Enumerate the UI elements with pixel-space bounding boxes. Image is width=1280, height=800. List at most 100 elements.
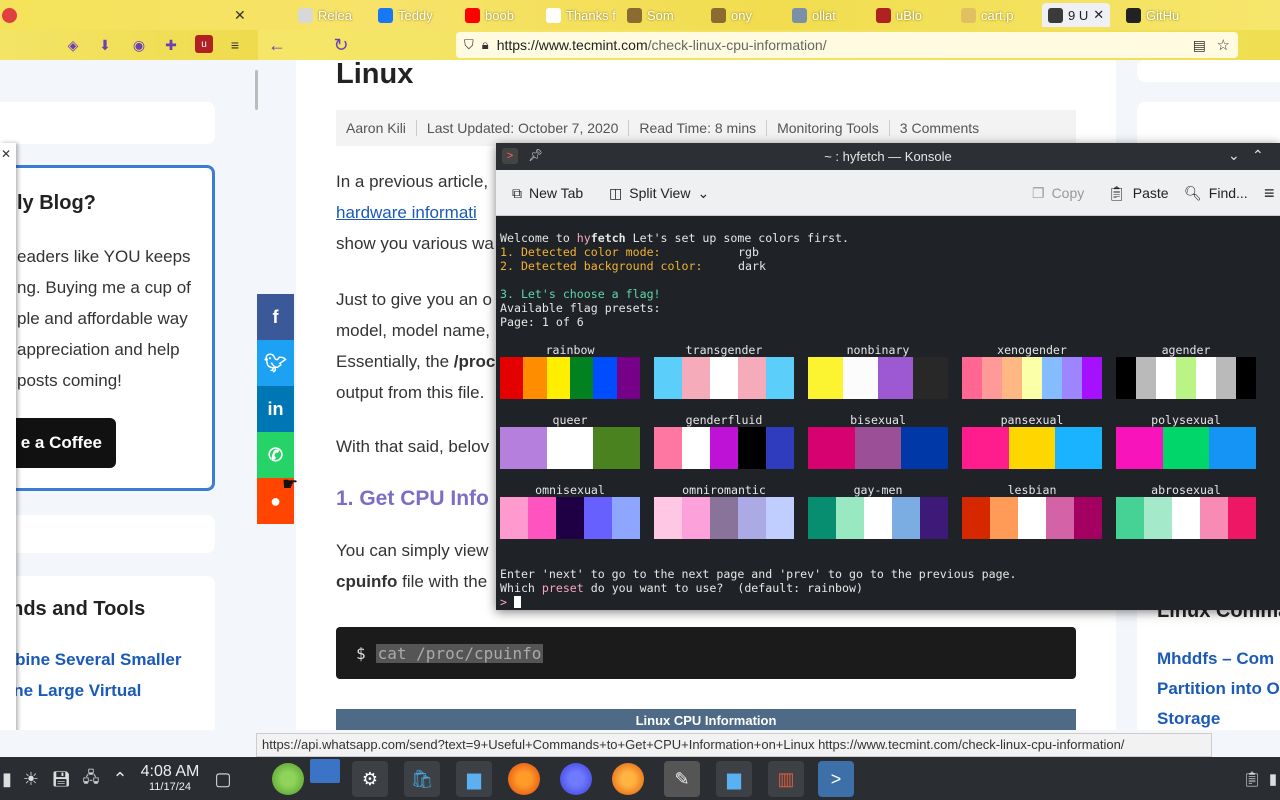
tab-favicon-icon — [1048, 7, 1063, 23]
linkedin-share-button[interactable]: in — [257, 386, 294, 432]
brightness-icon[interactable]: ☀ — [16, 761, 46, 797]
firefox-nightly-icon[interactable] — [560, 763, 592, 795]
flag-label: omniromantic — [682, 483, 766, 497]
tab-partial-left[interactable] — [2, 3, 17, 27]
split-view-button[interactable]: ◫ Split View ⌄ — [609, 170, 709, 216]
reload-icon[interactable]: ↻ — [332, 35, 350, 55]
term-presets-line: Available flag presets: — [500, 301, 661, 315]
network-icon[interactable]: 🖧︎ — [76, 761, 106, 797]
comments-link[interactable]: 3 Comments — [888, 120, 989, 136]
ublock-icon[interactable]: u — [195, 35, 213, 53]
browser-tab[interactable]: Thanks f — [546, 3, 616, 27]
tab-close-icon[interactable]: ✕ — [1093, 7, 1104, 23]
terminal-area[interactable]: Welcome to hyfetch Let's set up some col… — [496, 216, 1280, 610]
find-button[interactable]: 🔍︎ Find... — [1184, 170, 1248, 216]
flag-stripe — [766, 427, 794, 469]
right-link-1[interactable]: Mhddfs – Com — [1157, 649, 1274, 669]
konsole-titlebar[interactable]: > 📌︎ ~ : hyfetch — Konsole ⌄ ⌃ — [496, 143, 1280, 170]
maximize-icon[interactable]: ⌃ — [1252, 147, 1264, 164]
term-next-prev-line: Enter 'next' to go to the next page and … — [500, 567, 1017, 581]
hardware-info-link[interactable]: hardware informati — [336, 197, 494, 228]
commands-link-2[interactable]: One Large Virtual — [0, 681, 141, 701]
minimize-icon[interactable]: ⌄ — [1228, 147, 1240, 164]
browser-tab[interactable]: uBlo — [876, 3, 946, 27]
pocket-icon[interactable]: ◈ — [64, 36, 82, 54]
url-host: https://www.tecmint.com — [496, 37, 648, 53]
save-icon[interactable]: 💾︎ — [46, 761, 76, 797]
flag-stripe — [808, 497, 836, 539]
flag-stripe — [1082, 357, 1102, 399]
url-bar[interactable]: ⛉ 🔒︎ https://www.tecmint.com/check-linux… — [456, 32, 1238, 58]
whatsapp-share-button[interactable]: ✆ — [257, 432, 294, 478]
flag-stripe — [654, 427, 682, 469]
browser-tab[interactable]: GitHu — [1126, 3, 1196, 27]
new-tab-button[interactable]: ⧉ New Tab — [512, 170, 583, 216]
discover-app-icon[interactable]: 🛍︎ — [404, 761, 440, 797]
paste-button[interactable]: 📋︎ Paste — [1108, 170, 1169, 216]
menu-icon[interactable]: ≡ — [226, 36, 244, 54]
code-command[interactable]: cat /proc/cpuinfo — [375, 643, 544, 663]
commands-link-1[interactable]: mbine Several Smaller — [0, 650, 181, 670]
article-title: Linux — [336, 60, 414, 90]
article-paragraph-4: You can simply view cpuinfo file with th… — [336, 541, 489, 591]
flag-stripe — [913, 357, 948, 399]
show-desktop-icon[interactable]: ▢ — [208, 761, 238, 797]
tab-label: uBlo — [896, 7, 923, 23]
text-editor-icon[interactable]: ✎ — [664, 761, 700, 797]
right-link-2[interactable]: Partition into O — [1157, 679, 1280, 699]
flag-label: queer — [552, 413, 588, 427]
office-app-icon[interactable]: ▥ — [768, 761, 804, 797]
browser-tab[interactable]: Som — [627, 3, 697, 27]
desktop-pager-icon[interactable] — [310, 759, 340, 783]
author-link[interactable]: Aaron Kili — [336, 120, 416, 136]
section-heading: 1. Get CPU Info — [336, 487, 489, 510]
browser-tab[interactable]: Teddy — [378, 3, 456, 27]
firefox-alt-icon[interactable] — [612, 763, 644, 795]
folder-icon[interactable]: ▆ — [716, 761, 752, 797]
clock[interactable]: 4:08 AM 11/17/24 — [134, 763, 206, 793]
tray-overflow-icon[interactable]: ▮ — [1266, 761, 1280, 797]
tray-expand-icon[interactable]: ⌃ — [106, 761, 134, 797]
shield-icon[interactable]: ⛉ — [464, 37, 474, 53]
link-status-url: https://api.whatsapp.com/send?text=9+Use… — [256, 733, 1212, 757]
bookmark-star-icon[interactable]: ☆ — [1217, 36, 1230, 54]
browser-tab[interactable]: boob — [465, 3, 539, 27]
browser-tab[interactable]: ony — [711, 3, 781, 27]
konsole-taskbar-icon[interactable]: > — [818, 761, 854, 797]
firefox-icon[interactable] — [508, 763, 540, 795]
reader-view-icon[interactable]: ▤ — [1193, 37, 1206, 54]
tab-close-icon[interactable]: ✕ — [234, 7, 246, 24]
settings-app-icon[interactable]: ⚙ — [352, 761, 388, 797]
flag-stripe — [843, 357, 878, 399]
twitter-share-button[interactable]: 🐦︎ — [257, 340, 294, 386]
browser-tab[interactable]: Relea — [298, 3, 368, 27]
panel-close-icon[interactable]: ✕ — [1, 147, 11, 161]
sidebar-resize-handle[interactable] — [255, 70, 258, 110]
commands-title: ands and Tools — [0, 598, 146, 620]
flag-stripe — [1156, 357, 1176, 399]
extensions-icon[interactable]: ✚ — [162, 36, 180, 54]
flag-preview-nonbinary — [808, 357, 948, 399]
account-icon[interactable]: ◉ — [130, 36, 148, 54]
hamburger-menu-icon[interactable]: ≡ — [1264, 170, 1275, 216]
tab-label: ony — [731, 7, 752, 23]
konsole-toolbar: ⧉ New Tab ◫ Split View ⌄ ❐ Copy 📋︎ Paste 🔍︎ Fi… — [496, 170, 1280, 216]
opensuse-menu-icon[interactable] — [272, 763, 304, 795]
browser-tab[interactable]: ollat — [792, 3, 864, 27]
download-icon[interactable]: ⬇ — [96, 36, 114, 54]
flag-stripe — [808, 357, 843, 399]
copy-button[interactable]: ❐ Copy — [1032, 170, 1084, 216]
back-icon[interactable]: ← — [268, 35, 286, 55]
browser-sidebar-toolbar: ◈ ⬇ ◉ ✚ u ≡ — [0, 30, 258, 60]
category-link[interactable]: Monitoring Tools — [766, 120, 889, 136]
buy-coffee-button[interactable]: e a Coffee — [0, 418, 116, 468]
browser-tab[interactable]: cart.p — [961, 3, 1031, 27]
screen: ✕ Relea Teddy boob Thanks f Som ony ollat uBlo c… — [0, 0, 1280, 800]
facebook-share-button[interactable]: f — [257, 294, 294, 340]
flag-label: lesbian — [1007, 483, 1057, 497]
right-link-3[interactable]: Storage — [1157, 709, 1220, 729]
clipboard-icon[interactable]: 📋︎ — [1240, 761, 1264, 797]
taskbar-edge-icon[interactable]: ▮ — [0, 761, 14, 797]
browser-tab[interactable]: 9 U ✕ — [1042, 3, 1110, 27]
file-manager-icon[interactable]: ▆ — [456, 761, 492, 797]
